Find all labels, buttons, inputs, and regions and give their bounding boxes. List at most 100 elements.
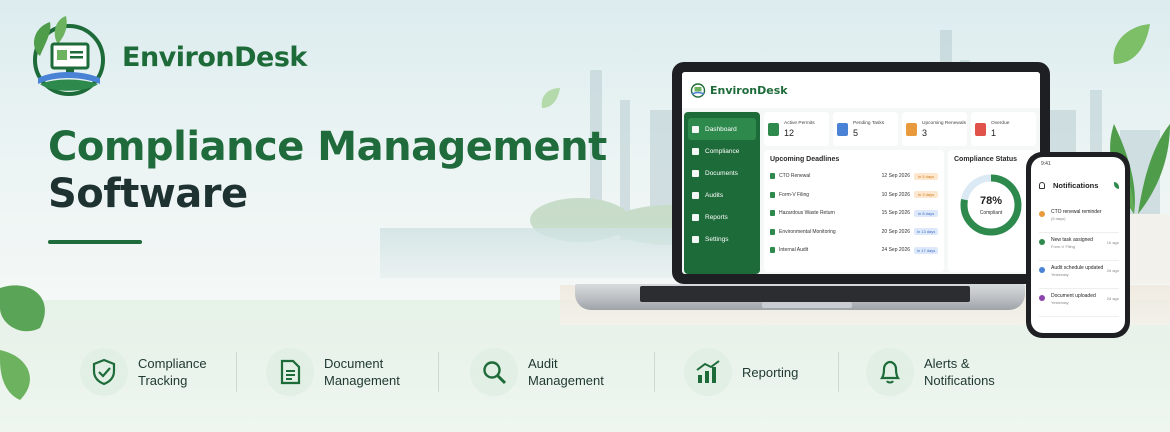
document-icon — [692, 147, 699, 155]
divider — [236, 352, 237, 392]
notifications-title: Notifications — [1053, 181, 1099, 190]
stat-label: Upcoming Renewals — [922, 120, 966, 126]
notification-dot — [1039, 239, 1045, 245]
sidebar-item-label: Dashboard — [705, 125, 737, 133]
stat-label: Pending Tasks — [853, 120, 885, 126]
stat-value: 1 — [991, 127, 997, 138]
stat-card-overdue[interactable]: Overdue 1 — [971, 112, 1036, 146]
sidebar-item-label: Reports — [705, 213, 728, 221]
deadline-badge: In 17 days — [914, 246, 938, 254]
deadline-row[interactable]: Hazardous Waste Return 15 Sep 2026 In 8 … — [770, 204, 938, 223]
notification-sub: Yesterday — [1051, 272, 1069, 277]
task-icon — [837, 122, 848, 136]
app-logo-icon — [690, 83, 706, 98]
notification-item[interactable]: New task assigned Form-V Filing 1h ago — [1039, 235, 1119, 261]
sidebar-item-documents[interactable]: Documents — [684, 162, 760, 184]
notification-dot — [1039, 267, 1045, 273]
notifications-header: Notifications — [1039, 181, 1119, 190]
document-icon — [770, 247, 775, 254]
app-title: EnvironDesk — [710, 83, 788, 97]
shield-icon — [692, 191, 699, 199]
compliance-caption: Compliant — [979, 210, 1003, 216]
feature-label: Document Management — [324, 356, 400, 388]
stat-label: Active Permits — [784, 120, 815, 126]
compliance-percent: 78% — [979, 195, 1003, 207]
notification-title: Audit schedule updated — [1051, 265, 1104, 271]
sidebar-item-dashboard[interactable]: Dashboard — [688, 118, 756, 140]
feature-label: Reporting — [742, 364, 799, 380]
laptop-screen: EnvironDesk Dashboard Compliance Documen… — [672, 62, 1050, 284]
notification-item[interactable]: CTO renewal reminder (5 days) — [1039, 207, 1119, 233]
deadline-row[interactable]: Form-V Filing 10 Sep 2026 In 3 days — [770, 186, 938, 205]
dashboard-app: EnvironDesk Dashboard Compliance Documen… — [682, 72, 1040, 274]
deadline-name: Hazardous Waste Return — [779, 210, 835, 217]
stat-value: 5 — [853, 127, 859, 138]
headline: Compliance Management Software — [48, 124, 607, 218]
sidebar-item-label: Settings — [705, 235, 729, 243]
document-icon — [770, 228, 775, 235]
laptop-trackpad — [762, 302, 852, 308]
stat-cards: Active Permits 12 Pending Tasks 5 Upcomi… — [764, 112, 1036, 146]
leaf-icon — [1114, 182, 1119, 189]
divider — [838, 352, 839, 392]
notification-item[interactable]: Audit schedule updated Yesterday 2d ago — [1039, 263, 1119, 289]
document-icon — [266, 348, 314, 396]
panel-title: Compliance Status — [954, 156, 1018, 163]
leaf-decoration-bottom-left — [0, 350, 30, 400]
headline-line-2: Software — [48, 171, 248, 217]
deadline-date: 24 Sep 2026 — [881, 247, 910, 254]
gear-icon — [692, 235, 699, 243]
stat-card-active-permits[interactable]: Active Permits 12 — [764, 112, 829, 146]
headline-underline — [48, 240, 142, 244]
deadline-badge: In 8 days — [914, 209, 938, 217]
stat-value: 12 — [784, 127, 795, 138]
feature-alerts-notifications: Alerts & Notifications — [866, 340, 1020, 404]
feature-compliance-tracking: Compliance Tracking — [80, 340, 234, 404]
sidebar-item-label: Compliance — [705, 147, 740, 155]
sidebar-item-compliance[interactable]: Compliance — [684, 140, 760, 162]
deadline-row[interactable]: Internal Audit 24 Sep 2026 In 17 days — [770, 241, 938, 260]
feature-document-management: Document Management — [266, 340, 420, 404]
headline-line-1: Compliance Management — [48, 124, 607, 170]
stat-card-pending-tasks[interactable]: Pending Tasks 5 — [833, 112, 898, 146]
stat-label: Overdue — [991, 120, 1010, 126]
feature-label: Alerts & Notifications — [924, 356, 995, 388]
deadline-date: 15 Sep 2026 — [881, 210, 910, 217]
deadline-name: Form-V Filing — [779, 191, 810, 198]
sidebar-item-settings[interactable]: Settings — [684, 228, 760, 250]
deadline-name: CTO Renewal — [779, 173, 811, 180]
sidebar-item-audits[interactable]: Audits — [684, 184, 760, 206]
brand-name: EnvironDesk — [122, 41, 307, 73]
feature-label: Compliance Tracking — [138, 356, 207, 388]
stat-card-upcoming-renewals[interactable]: Upcoming Renewals 3 — [902, 112, 967, 146]
magnifier-icon — [470, 348, 518, 396]
bell-icon — [866, 348, 914, 396]
brand-logo-icon — [33, 16, 105, 96]
notification-sub: Form-V Filing — [1051, 244, 1076, 249]
sidebar-item-label: Documents — [705, 169, 738, 177]
deadline-date: 20 Sep 2026 — [881, 228, 910, 235]
document-icon — [770, 210, 775, 217]
overdue-icon — [975, 122, 986, 136]
deadline-name: Internal Audit — [779, 247, 809, 254]
growth-chart-icon — [684, 348, 732, 396]
bar-chart-icon — [692, 213, 699, 221]
deadline-badge: In 3 days — [914, 191, 938, 199]
deadline-row[interactable]: Environmental Monitoring 20 Sep 2026 In … — [770, 223, 938, 242]
laptop-keyboard — [640, 286, 970, 302]
bell-icon[interactable] — [1039, 182, 1045, 189]
deadline-badge: In 5 days — [914, 172, 938, 180]
notification-dot — [1039, 211, 1045, 217]
notification-title: New task assigned — [1051, 237, 1093, 243]
document-icon — [770, 191, 775, 198]
notification-item[interactable]: Document uploaded Yesterday 2d ago — [1039, 291, 1119, 317]
permit-icon — [768, 122, 779, 136]
sidebar-item-reports[interactable]: Reports — [684, 206, 760, 228]
home-icon — [692, 125, 699, 133]
shield-check-icon — [80, 348, 128, 396]
divider — [654, 352, 655, 392]
document-icon — [692, 169, 699, 177]
feature-label: Audit Management — [528, 356, 604, 388]
deadline-row[interactable]: CTO Renewal 12 Sep 2026 In 5 days — [770, 167, 938, 186]
deadline-date: 10 Sep 2026 — [881, 191, 910, 198]
